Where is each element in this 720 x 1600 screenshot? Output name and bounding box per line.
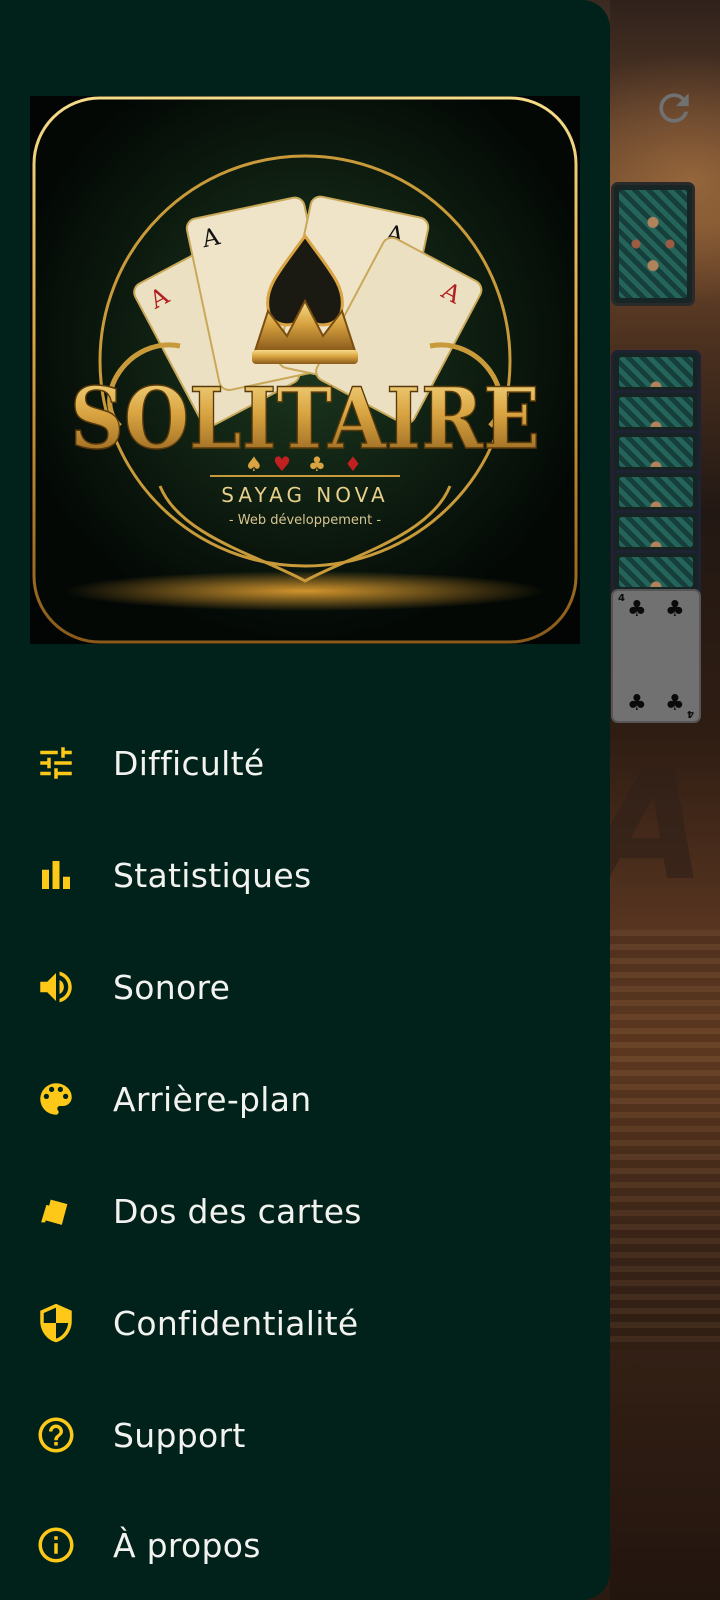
info-circle-icon bbox=[38, 1527, 74, 1563]
logo-tagline: - Web développement - bbox=[229, 513, 381, 528]
bar-chart-icon bbox=[42, 861, 70, 889]
menu-item-label: Confidentialité bbox=[113, 1304, 359, 1343]
palette-icon bbox=[40, 1083, 72, 1115]
navigation-drawer: A A A A SOLITAIRE ♠ ♥ ♣ ♦ SAYAG NOVA - W… bbox=[0, 0, 610, 1600]
tune-sliders-icon bbox=[40, 747, 72, 779]
app-logo: A A A A SOLITAIRE ♠ ♥ ♣ ♦ SAYAG NOVA - W… bbox=[30, 96, 580, 644]
menu-item-card-backs[interactable]: Dos des cartes bbox=[0, 1154, 610, 1266]
diamond-icon: ♦ bbox=[344, 452, 362, 476]
menu-item-support[interactable]: Support bbox=[0, 1378, 610, 1490]
menu-item-label: À propos bbox=[113, 1526, 261, 1565]
menu-item-about[interactable]: À propos bbox=[0, 1488, 610, 1600]
club-icon: ♣ bbox=[308, 452, 326, 476]
heart-icon: ♥ bbox=[273, 452, 291, 476]
logo-developer: SAYAG NOVA bbox=[221, 483, 388, 507]
menu-item-privacy[interactable]: Confidentialité bbox=[0, 1266, 610, 1378]
menu-item-difficulty[interactable]: Difficulté bbox=[0, 706, 610, 818]
menu-item-statistics[interactable]: Statistiques bbox=[0, 818, 610, 930]
spade-icon: ♠ bbox=[245, 452, 263, 476]
menu-item-label: Difficulté bbox=[113, 744, 265, 783]
menu-item-label: Arrière-plan bbox=[113, 1080, 312, 1119]
menu-item-label: Sonore bbox=[113, 968, 231, 1007]
menu-item-background[interactable]: Arrière-plan bbox=[0, 1042, 610, 1154]
solitaire-logo-artwork: A A A A SOLITAIRE ♠ ♥ ♣ ♦ SAYAG NOVA - W… bbox=[32, 96, 578, 644]
logo-title: SOLITAIRE bbox=[70, 369, 540, 468]
volume-icon bbox=[40, 971, 72, 1003]
help-circle-icon bbox=[38, 1417, 74, 1453]
menu-item-label: Statistiques bbox=[113, 856, 312, 895]
menu-item-label: Support bbox=[113, 1416, 246, 1455]
menu-item-label: Dos des cartes bbox=[113, 1192, 362, 1231]
shield-icon bbox=[40, 1303, 72, 1343]
menu-item-sound[interactable]: Sonore bbox=[0, 930, 610, 1042]
drawer-scrim[interactable] bbox=[610, 0, 720, 1600]
cards-icon bbox=[41, 1199, 68, 1225]
